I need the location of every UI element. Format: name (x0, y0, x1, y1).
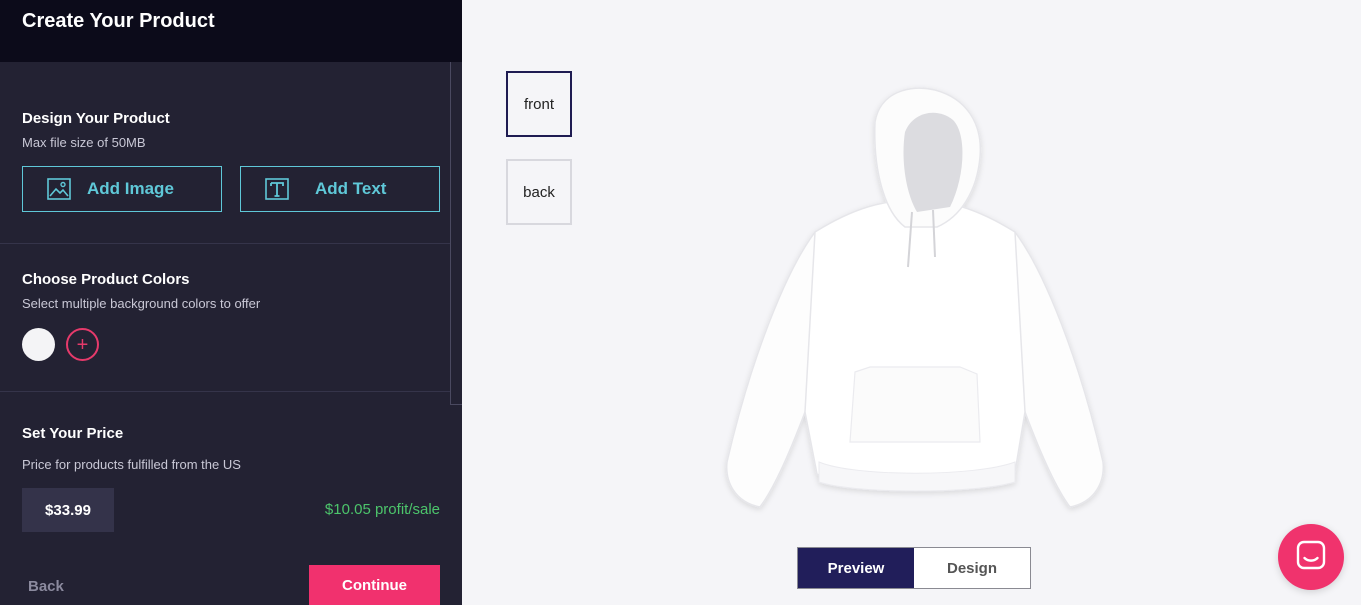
back-view-button[interactable]: back (506, 159, 572, 225)
chat-launcher-button[interactable] (1278, 524, 1344, 590)
color-swatch-white[interactable] (22, 328, 55, 361)
scrollbar[interactable] (450, 62, 462, 405)
add-image-button[interactable]: Add Image (22, 166, 222, 212)
text-icon (265, 177, 289, 201)
continue-button[interactable]: Continue (309, 565, 440, 605)
panel-header: Create Your Product (0, 0, 462, 62)
front-view-label: front (523, 95, 554, 113)
section-divider (0, 243, 450, 244)
price-section-title: Set Your Price (22, 425, 124, 442)
profit-per-sale: $10.05 profit/sale (324, 501, 440, 518)
page-title: Create Your Product (22, 10, 215, 32)
section-divider (0, 391, 450, 392)
image-icon (47, 177, 71, 201)
back-link[interactable]: Back (28, 578, 64, 595)
colors-section-title: Choose Product Colors (22, 271, 190, 288)
price-section-subtitle: Price for products fulfilled from the US (22, 457, 241, 472)
chat-icon (1295, 539, 1327, 576)
price-input[interactable]: $33.99 (22, 488, 114, 532)
add-text-button[interactable]: Add Text (240, 166, 440, 212)
design-tab[interactable]: Design (914, 548, 1030, 588)
preview-design-toggle: Preview Design (797, 547, 1031, 589)
colors-section-subtitle: Select multiple background colors to off… (22, 296, 261, 311)
product-preview-image (705, 82, 1125, 522)
add-text-label: Add Text (315, 179, 387, 198)
front-view-button[interactable]: front (506, 71, 572, 137)
back-view-label: back (523, 183, 555, 201)
design-section-title: Design Your Product (22, 110, 170, 127)
design-section-subtitle: Max file size of 50MB (22, 135, 146, 150)
add-color-button[interactable]: + (66, 328, 99, 361)
product-editor-panel: Create Your Product Design Your Product … (0, 0, 462, 605)
preview-tab[interactable]: Preview (798, 548, 914, 588)
plus-icon: + (76, 333, 89, 356)
add-image-label: Add Image (87, 179, 174, 198)
